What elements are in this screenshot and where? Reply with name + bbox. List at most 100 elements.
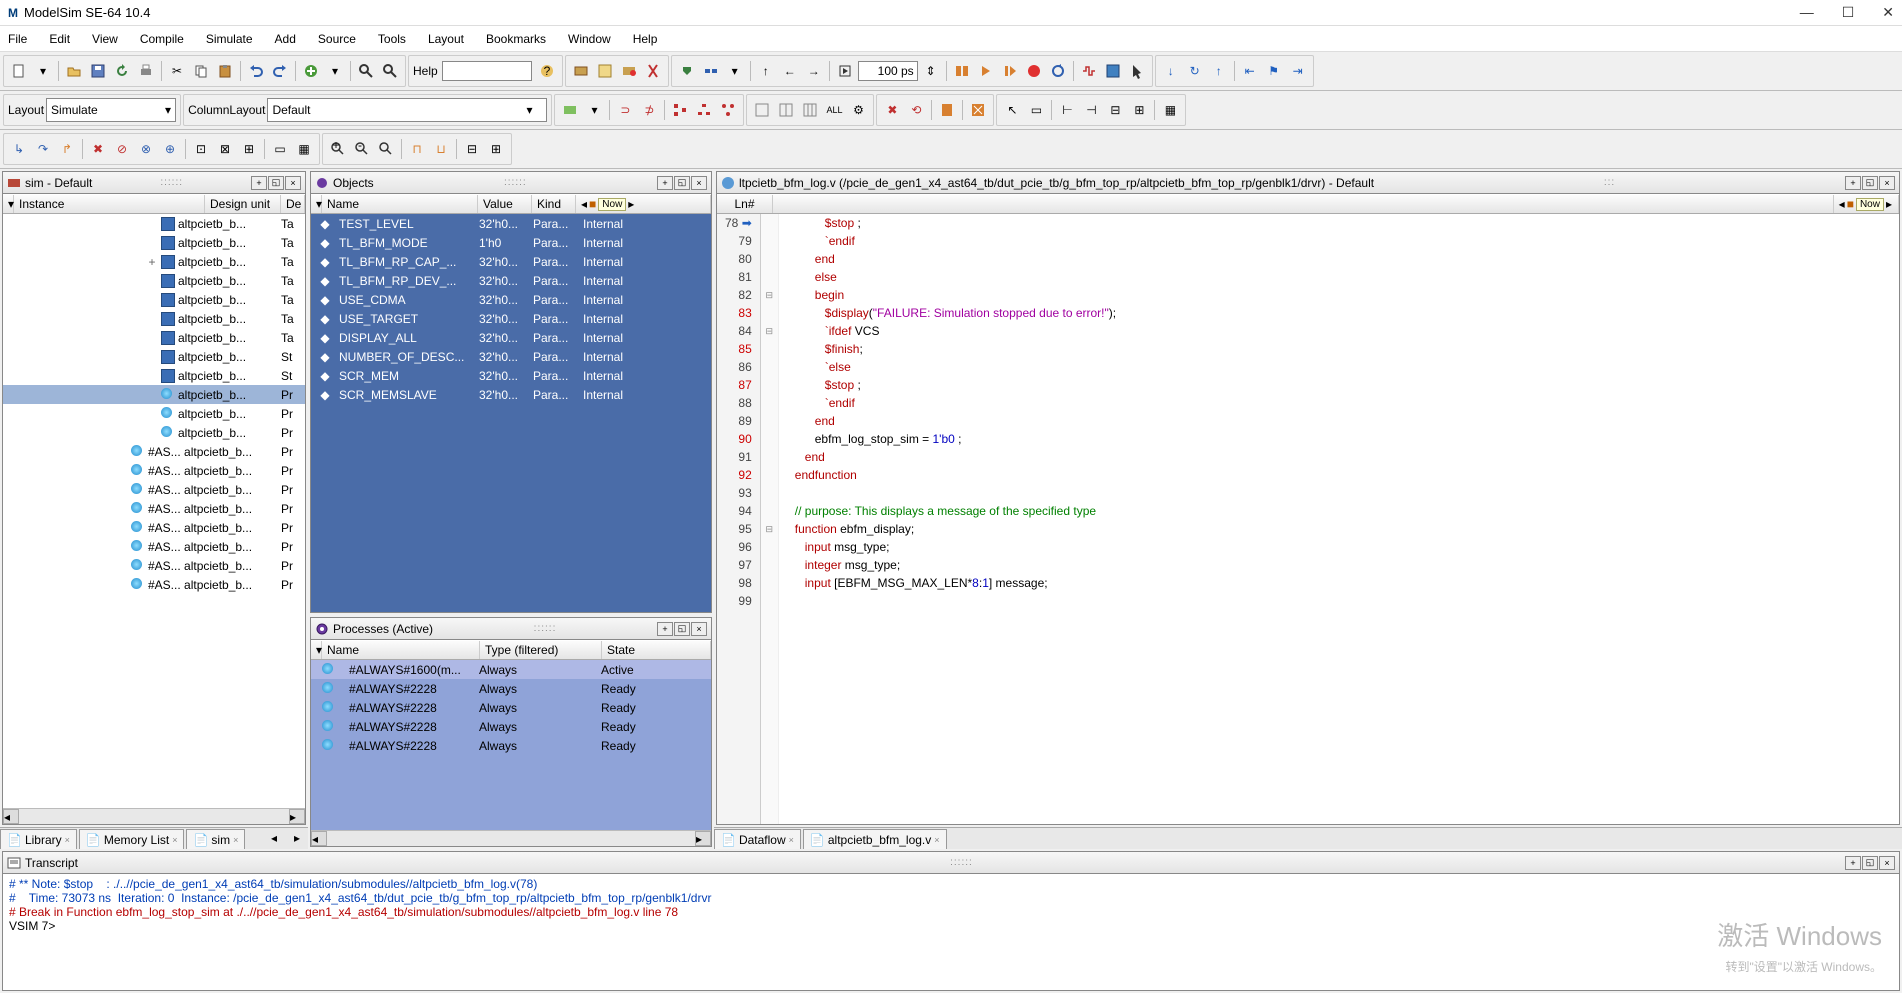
process-row[interactable]: #ALWAYS#1600(m...AlwaysActive xyxy=(311,660,711,679)
pane-close-icon[interactable]: × xyxy=(691,622,707,636)
step-out-icon[interactable]: ↱ xyxy=(56,138,78,160)
trace-y-icon[interactable]: ⊞ xyxy=(238,138,260,160)
scroll-right-icon[interactable]: ▸ xyxy=(289,809,305,824)
toggle-dropdown-icon[interactable]: ▾ xyxy=(583,99,605,121)
next-icon[interactable]: ▸ xyxy=(1886,197,1892,211)
bp-toggle-icon[interactable]: ✖ xyxy=(87,138,109,160)
tree-row[interactable]: altpcietb_b...St xyxy=(3,366,305,385)
paste-icon[interactable] xyxy=(214,60,236,82)
notcontains-icon[interactable]: ⊅ xyxy=(638,99,660,121)
pane-close-icon[interactable]: × xyxy=(285,176,301,190)
object-row[interactable]: ◆SCR_MEM32'h0...Para...Internal xyxy=(311,366,711,385)
menu-tools[interactable]: Tools xyxy=(378,32,406,46)
tree-row[interactable]: #AS... altpcietb_b...Pr xyxy=(3,461,305,480)
measure2-icon[interactable]: ⊣ xyxy=(1080,99,1102,121)
pane-add-icon[interactable]: + xyxy=(657,622,673,636)
object-row[interactable]: ◆TL_BFM_MODE1'h0Para...Internal xyxy=(311,233,711,252)
pane-close-icon[interactable]: × xyxy=(1879,856,1895,870)
toggle-leaf-icon[interactable] xyxy=(559,99,581,121)
pane-dock-icon[interactable]: ◱ xyxy=(1862,856,1878,870)
break-icon[interactable] xyxy=(642,60,664,82)
next-icon[interactable]: ▸ xyxy=(628,197,634,211)
run-step-icon[interactable] xyxy=(999,60,1021,82)
menu-window[interactable]: Window xyxy=(568,32,611,46)
columnlayout-select[interactable]: ▾ xyxy=(267,98,547,122)
menu-layout[interactable]: Layout xyxy=(428,32,464,46)
bp-prev-icon[interactable]: ⊗ xyxy=(135,138,157,160)
trace-x-icon[interactable]: ⊠ xyxy=(214,138,236,160)
simulate-start-icon[interactable] xyxy=(618,60,640,82)
source-editor[interactable]: 78 ➡798081828384858687888990919293949596… xyxy=(717,214,1899,824)
tree-row[interactable]: altpcietb_b...Ta xyxy=(3,309,305,328)
tree-row[interactable]: #AS... altpcietb_b...Pr xyxy=(3,556,305,575)
grid1-icon[interactable] xyxy=(751,99,773,121)
run-icon[interactable] xyxy=(834,60,856,82)
tab-library[interactable]: 📄Library× xyxy=(0,829,77,849)
zoom-in-icon[interactable]: + xyxy=(327,138,349,160)
stepper-icon[interactable]: ⇕ xyxy=(920,60,942,82)
pane-add-icon[interactable]: + xyxy=(1845,176,1861,190)
bookmark-next-icon[interactable]: ⇥ xyxy=(1287,60,1309,82)
tree-row[interactable]: altpcietb_b...Pr xyxy=(3,423,305,442)
proc-col-type[interactable]: Type (filtered) xyxy=(480,641,602,659)
save-icon[interactable] xyxy=(87,60,109,82)
contains-icon[interactable]: ⊃ xyxy=(614,99,636,121)
zoom-area-icon[interactable]: ▭ xyxy=(269,138,291,160)
obj-col-kind[interactable]: Kind xyxy=(532,195,576,213)
prev-icon[interactable]: ◂ xyxy=(1839,197,1845,211)
list-icon[interactable] xyxy=(1102,60,1124,82)
menu-simulate[interactable]: Simulate xyxy=(206,32,253,46)
sim-tree[interactable]: altpcietb_b...Taaltpcietb_b...Ta+altpcie… xyxy=(3,214,305,808)
dropdown-icon[interactable]: ▾ xyxy=(32,60,54,82)
expand-icon[interactable]: ⊞ xyxy=(485,138,507,160)
clipboard-icon[interactable] xyxy=(936,99,958,121)
cursor-next-icon[interactable]: ↑ xyxy=(1208,60,1230,82)
collapse-icon[interactable]: ⊟ xyxy=(461,138,483,160)
objects-list[interactable]: ◆TEST_LEVEL32'h0...Para...Internal◆TL_BF… xyxy=(311,214,711,612)
object-row[interactable]: ◆SCR_MEMSLAVE32'h0...Para...Internal xyxy=(311,385,711,404)
zoom-fit-icon[interactable] xyxy=(375,138,397,160)
prev-icon[interactable]: ◂ xyxy=(581,197,587,211)
menu-source[interactable]: Source xyxy=(318,32,356,46)
object-row[interactable]: ◆TL_BFM_RP_DEV_...32'h0...Para...Interna… xyxy=(311,271,711,290)
grid-all-icon[interactable]: ALL xyxy=(823,99,845,121)
minimize-button[interactable]: — xyxy=(1800,4,1814,21)
wave-icon[interactable] xyxy=(1078,60,1100,82)
menu-view[interactable]: View xyxy=(92,32,118,46)
pane-dock-icon[interactable]: ◱ xyxy=(268,176,284,190)
bookmark-prev-icon[interactable]: ⇤ xyxy=(1239,60,1261,82)
measure4-icon[interactable]: ⊞ xyxy=(1128,99,1150,121)
obj-col-value[interactable]: Value xyxy=(478,195,532,213)
cursor-sync-icon[interactable]: ↻ xyxy=(1184,60,1206,82)
search-icon[interactable] xyxy=(379,60,401,82)
help-input[interactable] xyxy=(442,61,532,81)
library-icon[interactable] xyxy=(570,60,592,82)
tree-row[interactable]: altpcietb_b...Ta xyxy=(3,271,305,290)
cut-icon[interactable]: ✂ xyxy=(166,60,188,82)
new-icon[interactable] xyxy=(8,60,30,82)
tab-prev-icon[interactable]: ◂ xyxy=(263,827,285,849)
object-row[interactable]: ◆USE_CDMA32'h0...Para...Internal xyxy=(311,290,711,309)
tree-row[interactable]: #AS... altpcietb_b...Pr xyxy=(3,499,305,518)
redo-icon[interactable] xyxy=(269,60,291,82)
object-row[interactable]: ◆TEST_LEVEL32'h0...Para...Internal xyxy=(311,214,711,233)
tab-sim[interactable]: 📄sim× xyxy=(186,829,245,849)
layout-select[interactable]: ▾ xyxy=(46,98,176,122)
dropdown-icon[interactable]: ▾ xyxy=(324,60,346,82)
tab-dataflow[interactable]: 📄Dataflow× xyxy=(714,829,801,849)
tab-altpcietb_bfm_log-v[interactable]: 📄altpcietb_bfm_log.v× xyxy=(803,829,947,849)
menu-edit[interactable]: Edit xyxy=(49,32,70,46)
tree-row[interactable]: altpcietb_b...Pr xyxy=(3,404,305,423)
undo-icon[interactable] xyxy=(245,60,267,82)
proc-col-name[interactable]: Name xyxy=(322,641,480,659)
cursor-prev-icon[interactable]: ↓ xyxy=(1160,60,1182,82)
pane-dock-icon[interactable]: ◱ xyxy=(674,176,690,190)
dropdown-icon[interactable]: ▾ xyxy=(724,60,746,82)
object-row[interactable]: ◆NUMBER_OF_DESC...32'h0...Para...Interna… xyxy=(311,347,711,366)
pane-dock-icon[interactable]: ◱ xyxy=(674,622,690,636)
tree-row[interactable]: altpcietb_b...Ta xyxy=(3,233,305,252)
restart-icon[interactable] xyxy=(1047,60,1069,82)
signal-icon[interactable]: ⊔ xyxy=(430,138,452,160)
stop-icon[interactable] xyxy=(1023,60,1045,82)
tree-row[interactable]: altpcietb_b...Ta xyxy=(3,328,305,347)
